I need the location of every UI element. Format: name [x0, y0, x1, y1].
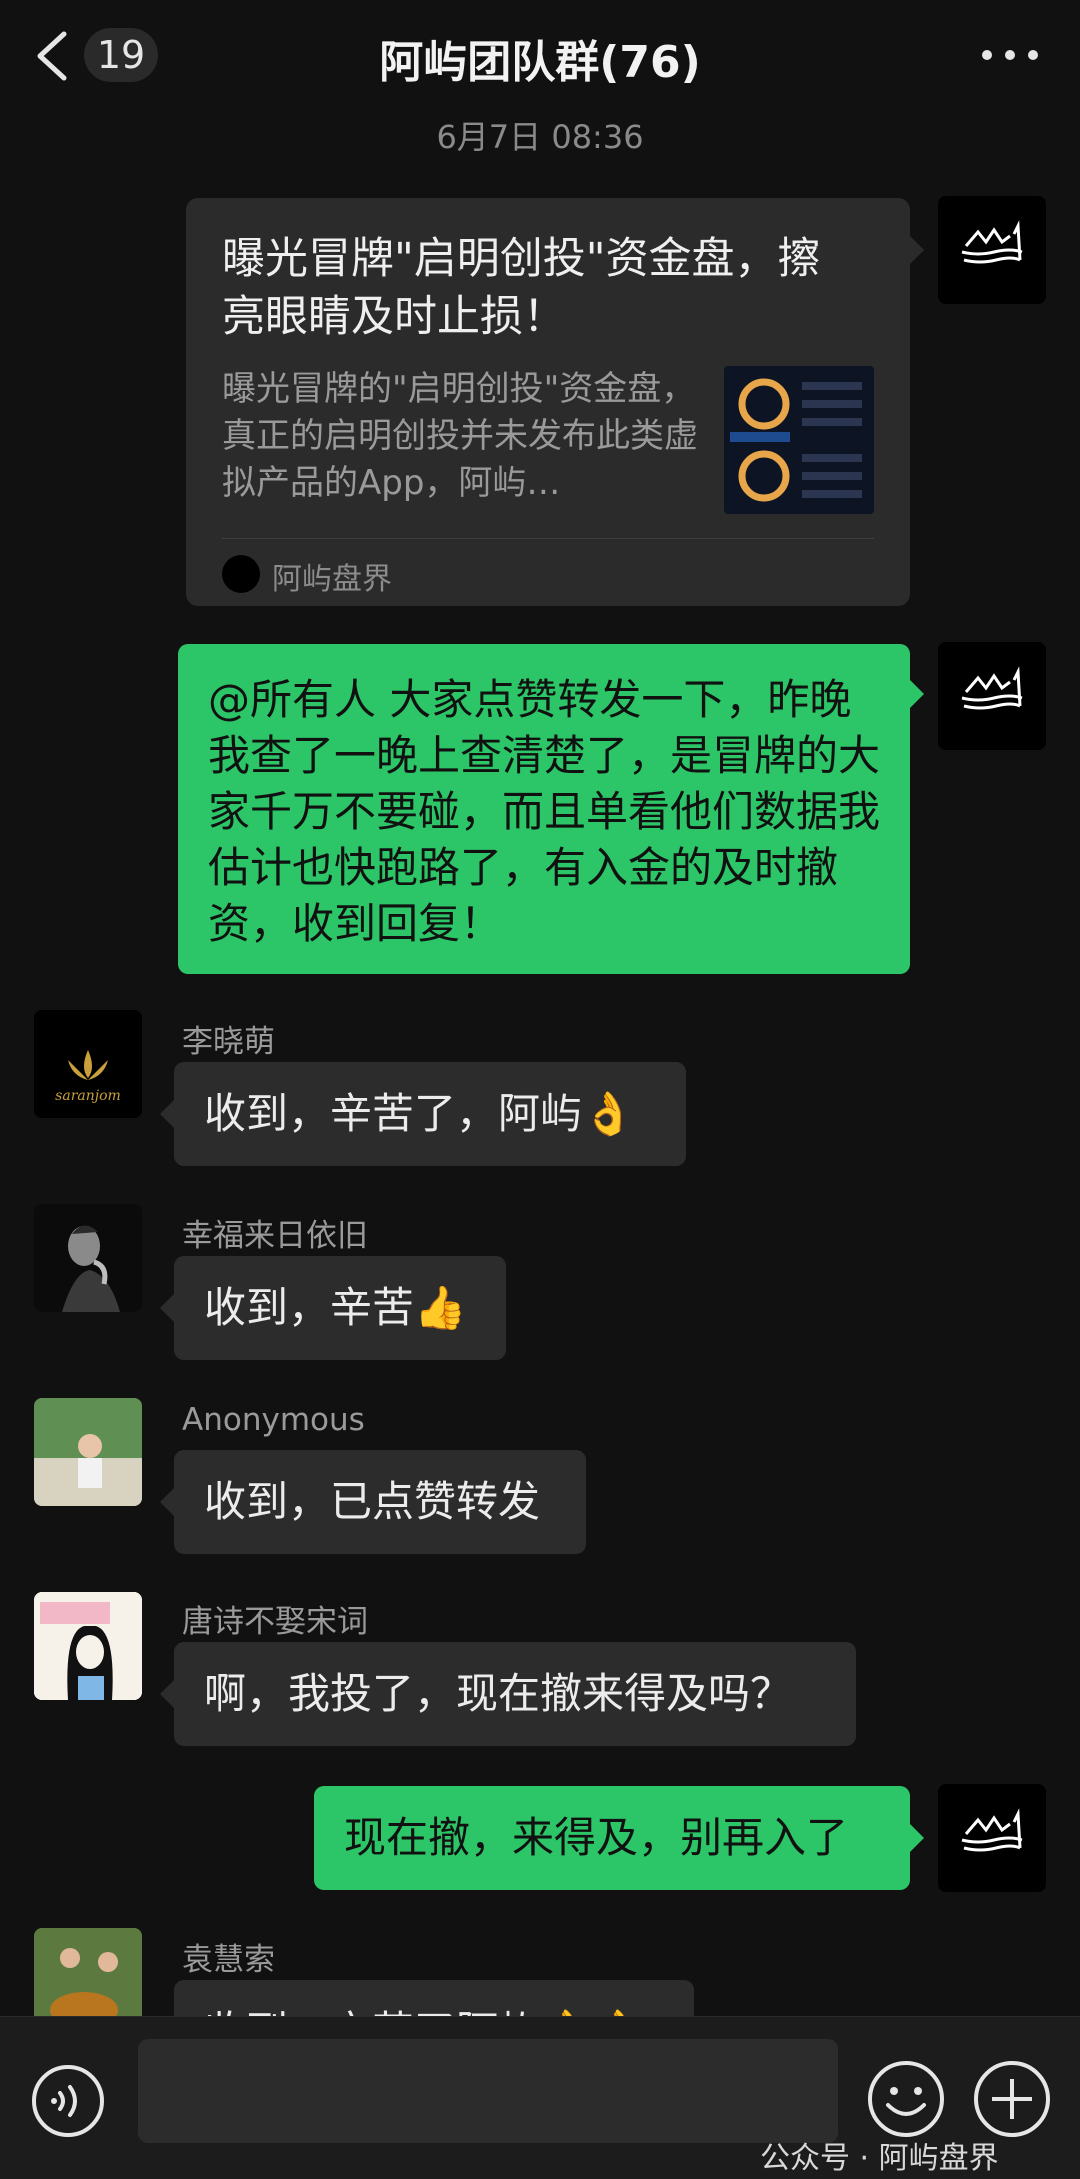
bubble-tail [160, 1100, 174, 1128]
cartoon-girl-icon [34, 1592, 142, 1700]
own-avatar[interactable] [938, 1784, 1046, 1892]
group-title: 阿屿团队群(76) [379, 37, 701, 88]
boat-logo-icon [961, 1808, 1023, 1852]
plus-more-icon[interactable] [972, 2059, 1052, 2139]
article-thumbnail [724, 366, 874, 514]
sender-name: 唐诗不娶宋词 [182, 1604, 368, 1640]
incoming-message[interactable]: 收到，辛苦👍 [174, 1256, 506, 1360]
svg-text:saranjom: saranjom [55, 1088, 121, 1104]
article-title: 曝光冒牌"启明创投"资金盘，擦亮眼睛及时止损！ [222, 234, 821, 342]
own-avatar[interactable] [938, 642, 1046, 750]
message-timestamp: 6月7日 08:36 [436, 118, 644, 156]
sender-avatar[interactable] [34, 1204, 142, 1312]
outgoing-message[interactable]: 现在撤，来得及，别再入了 [314, 1786, 910, 1890]
message-text: 收到，已点赞转发 [204, 1477, 541, 1526]
article-source: 阿屿盘界 [272, 562, 392, 597]
sender-name: 幸福来日依旧 [182, 1218, 368, 1254]
message-text: 收到，辛苦了，阿屿👌 [204, 1089, 635, 1138]
message-text: 啊，我投了，现在撤来得及吗？ [204, 1669, 793, 1718]
message-text: 收到，辛苦👍 [204, 1283, 467, 1332]
bubble-tail [160, 1680, 174, 1708]
outgoing-message[interactable]: @所有人 大家点赞转发一下，昨晚我查了一晚上查清楚了，是冒牌的大家千万不要碰，而… [178, 644, 910, 974]
bubble-tail [910, 236, 924, 264]
portrait-photo-icon [62, 1225, 120, 1312]
boat-logo-icon [961, 220, 1023, 264]
chat-header: 19 阿屿团队群(76) [0, 0, 1080, 110]
card-divider [222, 538, 874, 539]
incoming-message[interactable]: 收到，辛苦了，阿屿👌 [174, 1062, 686, 1166]
boat-logo-icon [961, 666, 1023, 710]
source-avatar-icon [222, 555, 260, 593]
emoji-icon[interactable] [866, 2059, 946, 2139]
watermark: 公众号 · 阿屿盘界 [760, 2141, 999, 2176]
message-text: @所有人 大家点赞转发一下，昨晚我查了一晚上查清楚了，是冒牌的大家千万不要碰，而… [208, 675, 881, 948]
bubble-tail [910, 680, 924, 708]
lotus-logo-icon: saranjom [55, 1050, 121, 1104]
bubble-tail [160, 1294, 174, 1322]
bubble-tail [160, 1488, 174, 1516]
bubble-tail [910, 1824, 924, 1852]
sender-avatar[interactable]: saranjom [34, 1010, 142, 1118]
sender-name: 李晓萌 [182, 1024, 275, 1060]
message-text: 现在撤，来得及，别再入了 [344, 1813, 849, 1862]
sender-name: Anonymous [182, 1402, 365, 1438]
sender-avatar[interactable] [34, 1398, 142, 1506]
sender-avatar[interactable] [34, 1592, 142, 1700]
voice-input-icon[interactable] [30, 2063, 106, 2139]
own-avatar[interactable] [938, 196, 1046, 304]
incoming-message[interactable]: 啊，我投了，现在撤来得及吗？ [174, 1642, 856, 1746]
article-description: 曝光冒牌的"启明创投"资金盘，真正的启明创投并未发布此类虚拟产品的App，阿屿… [222, 369, 698, 503]
sender-name: 袁慧索 [182, 1942, 275, 1978]
shared-article-card[interactable]: 曝光冒牌"启明创投"资金盘，擦亮眼睛及时止损！ 曝光冒牌的"启明创投"资金盘，真… [186, 198, 910, 606]
message-input[interactable] [138, 2039, 838, 2143]
incoming-message[interactable]: 收到，已点赞转发 [174, 1450, 586, 1554]
input-toolbar: 公众号 · 阿屿盘界 [0, 2016, 1080, 2179]
child-photo-icon [34, 1398, 142, 1506]
more-options-icon[interactable] [975, 40, 1045, 70]
